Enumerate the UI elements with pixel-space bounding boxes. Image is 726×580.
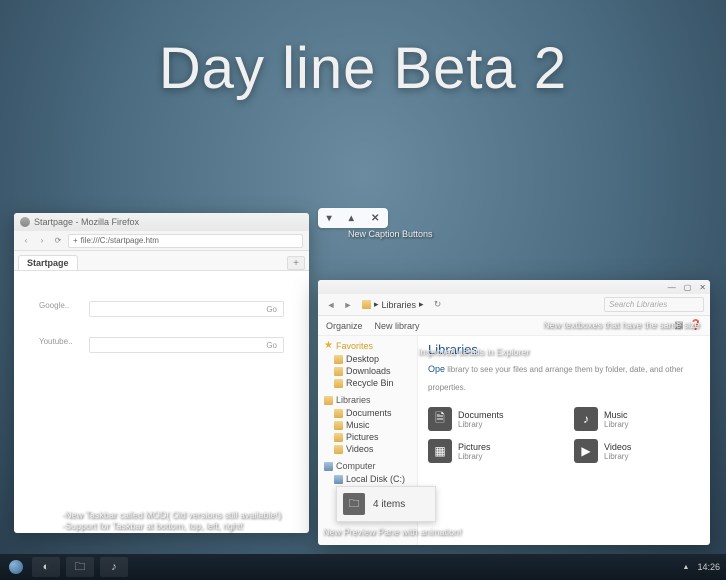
firefox-window: Startpage - Mozilla Firefox ‹ › ⟳ +file:… — [14, 213, 309, 533]
sidebar-item-videos[interactable]: Videos — [324, 443, 411, 455]
youtube-search-row: Youtube.. Go — [39, 337, 284, 353]
sidebar-item-recyclebin[interactable]: Recycle Bin — [324, 377, 411, 389]
annotation-textboxes: New textboxes that have the same size — [543, 320, 700, 330]
firefox-titlebar[interactable]: Startpage - Mozilla Firefox — [14, 213, 309, 231]
folder-icon — [334, 409, 343, 418]
explorer-search-input[interactable]: Search Libraries — [604, 297, 704, 312]
ex-forward-button[interactable]: ► — [341, 298, 355, 312]
explorer-navbar: ◄ ► ▸ Libraries ▸ ↻ Search Libraries — [318, 294, 710, 316]
refresh-button[interactable]: ↻ — [431, 298, 445, 312]
new-tab-button[interactable]: + — [287, 256, 305, 270]
breadcrumb-libraries[interactable]: Libraries — [382, 300, 417, 310]
theme-title: Day line Beta 2 — [0, 35, 726, 102]
library-videos[interactable]: ▶ VideosLibrary — [574, 439, 700, 463]
taskbar-music-button[interactable]: ♪ — [100, 557, 128, 577]
documents-icon: 🗎 — [428, 407, 452, 431]
sidebar-item-pictures[interactable]: Pictures — [324, 431, 411, 443]
ex-maximize-button[interactable]: ▢ — [684, 283, 692, 292]
forward-button[interactable]: › — [36, 235, 48, 247]
breadcrumb[interactable]: ▸ Libraries ▸ — [362, 299, 424, 310]
library-pictures[interactable]: ▦ PicturesLibrary — [428, 439, 554, 463]
folder-icon — [334, 379, 343, 388]
clock[interactable]: 14:26 — [697, 562, 720, 572]
annotation-caption: New Caption Buttons — [348, 229, 433, 239]
taskbar-explorer-button[interactable]: 🗀 — [66, 557, 94, 577]
sidebar-computer[interactable]: Computer — [324, 461, 411, 471]
sidebar-favorites[interactable]: ★Favorites — [324, 340, 411, 351]
sidebar-item-localdisk[interactable]: Local Disk (C:) — [324, 473, 411, 485]
url-bar[interactable]: +file:///C:/startpage.htm — [68, 234, 303, 248]
folder-icon — [334, 433, 343, 442]
ex-close-button[interactable]: ✕ — [699, 283, 706, 292]
google-label: Google.. — [39, 301, 89, 317]
pictures-icon: ▦ — [428, 439, 452, 463]
preview-item-count: 4 items — [373, 499, 405, 510]
google-search-row: Google.. Go — [39, 301, 284, 317]
youtube-label: Youtube.. — [39, 337, 89, 353]
tab-startpage[interactable]: Startpage — [18, 255, 78, 270]
explorer-content: Libraries Ope library to see your files … — [418, 336, 710, 545]
reload-button[interactable]: ⟳ — [52, 235, 64, 247]
caption-buttons-demo: ▾ ▴ ✕ — [318, 208, 388, 228]
taskbar-firefox-button[interactable]: ◐ — [32, 557, 60, 577]
google-search-input[interactable]: Go — [89, 301, 284, 317]
preview-pane: 🗀 4 items — [336, 486, 436, 522]
sidebar-item-desktop[interactable]: Desktop — [324, 353, 411, 365]
tray-expand-icon[interactable]: ▲ — [683, 564, 690, 571]
sidebar-item-music[interactable]: Music — [324, 419, 411, 431]
annotation-taskbar2: -Support for Taskbar at bottom, top, lef… — [62, 521, 243, 531]
taskbar: ◐ 🗀 ♪ ▲ 14:26 — [0, 554, 726, 580]
folder-icon — [334, 367, 343, 376]
ex-minimize-button[interactable]: — — [668, 283, 676, 292]
maximize-button[interactable]: ▴ — [349, 213, 354, 224]
sidebar-item-documents[interactable]: Documents — [324, 407, 411, 419]
folder-icon — [334, 445, 343, 454]
open-library-link[interactable]: Ope — [428, 364, 445, 374]
libraries-icon — [324, 396, 333, 405]
sidebar-libraries[interactable]: Libraries — [324, 395, 411, 405]
star-icon: ★ — [324, 340, 333, 351]
annotation-taskbar1: -New Taskbar called MOD( Old versions st… — [62, 510, 281, 520]
computer-icon — [324, 462, 333, 471]
library-music[interactable]: ♪ MusicLibrary — [574, 407, 700, 431]
annotation-details: Improved details in Explorer — [418, 347, 530, 357]
folder-icon — [362, 300, 371, 309]
disk-icon — [334, 475, 343, 484]
explorer-titlebar[interactable]: — ▢ ✕ — [318, 280, 710, 294]
firefox-content: Google.. Go Youtube.. Go — [14, 271, 309, 403]
firefox-toolbar: ‹ › ⟳ +file:///C:/startpage.htm — [14, 231, 309, 251]
library-documents[interactable]: 🗎 DocumentsLibrary — [428, 407, 554, 431]
preview-folder-icon: 🗀 — [343, 493, 365, 515]
videos-icon: ▶ — [574, 439, 598, 463]
organize-button[interactable]: Organize — [326, 321, 363, 331]
annotation-preview: New Preview Pane with animation! — [323, 527, 462, 537]
music-icon: ♪ — [574, 407, 598, 431]
firefox-orb-icon — [20, 217, 30, 227]
system-tray: ▲ 14:26 — [683, 562, 720, 572]
firefox-tabstrip: Startpage + — [14, 251, 309, 271]
new-library-button[interactable]: New library — [375, 321, 420, 331]
back-button[interactable]: ‹ — [20, 235, 32, 247]
firefox-title: Startpage - Mozilla Firefox — [34, 217, 139, 227]
start-orb-icon — [9, 560, 23, 574]
ex-back-button[interactable]: ◄ — [324, 298, 338, 312]
start-button[interactable] — [6, 557, 26, 577]
libraries-grid: 🗎 DocumentsLibrary ♪ MusicLibrary ▦ Pict… — [428, 407, 700, 463]
libraries-desc: library to see your files and arrange th… — [428, 365, 683, 392]
youtube-search-input[interactable]: Go — [89, 337, 284, 353]
minimize-button[interactable]: ▾ — [327, 213, 332, 224]
folder-icon — [334, 421, 343, 430]
close-button[interactable]: ✕ — [371, 213, 379, 224]
sidebar-item-downloads[interactable]: Downloads — [324, 365, 411, 377]
folder-icon — [334, 355, 343, 364]
